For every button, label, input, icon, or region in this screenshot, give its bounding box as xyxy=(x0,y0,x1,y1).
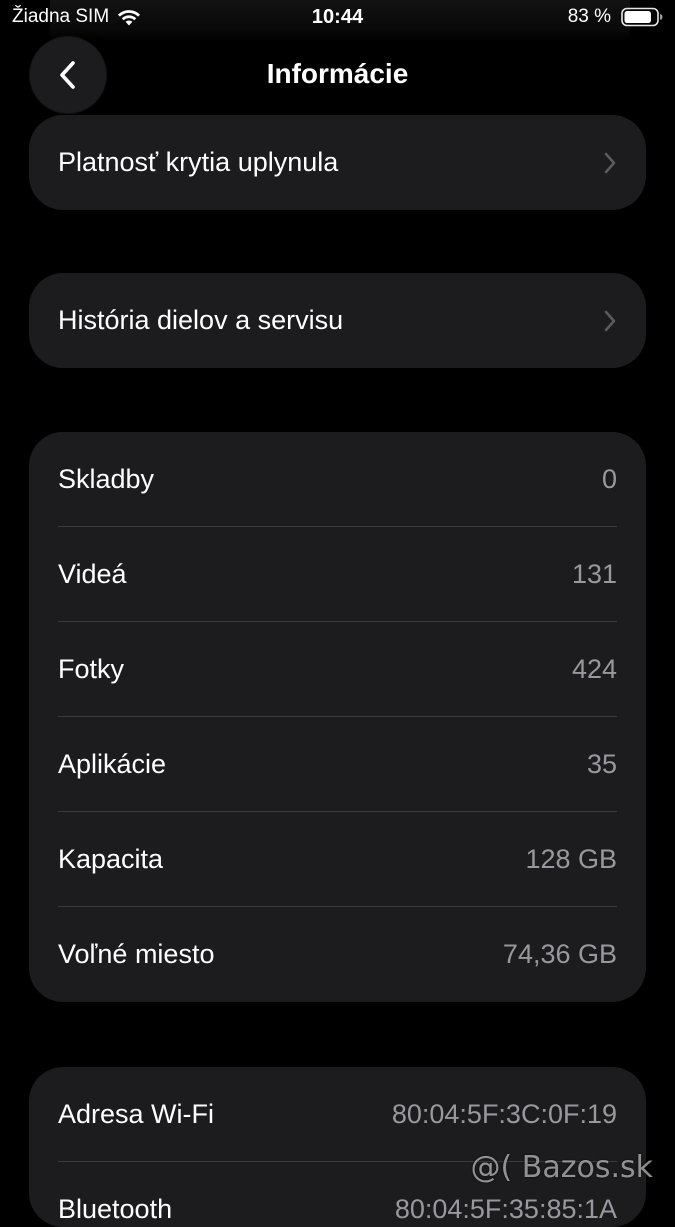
coverage-row[interactable]: Platnosť krytia uplynula xyxy=(29,115,646,210)
coverage-group: Platnosť krytia uplynula xyxy=(29,115,646,210)
chevron-right-icon xyxy=(604,310,616,331)
page-title: Informácie xyxy=(266,58,409,89)
stat-row-capacity: Kapacita 128 GB xyxy=(29,812,646,907)
wifi-address-value: 80:04:5F:3C:0F:19 xyxy=(391,1099,617,1129)
stat-label: Kapacita xyxy=(58,844,164,874)
battery-icon xyxy=(621,7,663,27)
service-history-label: História dielov a servisu xyxy=(58,305,344,335)
battery-percent: 83 % xyxy=(567,6,611,27)
media-stats-group: Skladby 0 Videá 131 Fotky 424 Aplikácie … xyxy=(29,432,646,1002)
stat-label: Voľné miesto xyxy=(58,939,215,969)
battery-status: 83 % xyxy=(568,6,663,28)
stat-value: 128 GB xyxy=(525,844,617,874)
bluetooth-label: Bluetooth xyxy=(58,1194,173,1224)
stat-label: Videá xyxy=(58,559,127,589)
stat-label: Aplikácie xyxy=(58,749,167,779)
stat-row-photos: Fotky 424 xyxy=(29,622,646,717)
stat-value: 0 xyxy=(601,464,617,494)
stat-label: Fotky xyxy=(58,654,125,684)
stat-value: 35 xyxy=(586,749,617,779)
stat-value: 74,36 GB xyxy=(502,939,617,969)
wifi-address-label: Adresa Wi-Fi xyxy=(58,1099,215,1129)
service-history-group: História dielov a servisu xyxy=(29,273,646,368)
service-history-row[interactable]: História dielov a servisu xyxy=(29,273,646,368)
stat-row-free-space: Voľné miesto 74,36 GB xyxy=(29,907,646,1002)
chevron-right-icon xyxy=(604,152,616,173)
stat-row-videos: Videá 131 xyxy=(29,527,646,622)
stat-row-songs: Skladby 0 xyxy=(29,432,646,527)
network-group: Adresa Wi-Fi 80:04:5F:3C:0F:19 Bluetooth… xyxy=(29,1067,646,1227)
bluetooth-value: 80:04:5F:35:85:1A xyxy=(394,1194,617,1224)
wifi-address-row: Adresa Wi-Fi 80:04:5F:3C:0F:19 xyxy=(29,1067,646,1162)
stat-row-apps: Aplikácie 35 xyxy=(29,717,646,812)
coverage-label: Platnosť krytia uplynula xyxy=(58,147,339,177)
stat-value: 424 xyxy=(571,654,617,684)
stat-value: 131 xyxy=(571,559,617,589)
status-bar: Žiadna SIM 10:44 83 % xyxy=(0,0,675,40)
watermark: @( Bazos.sk xyxy=(470,1150,653,1185)
stat-label: Skladby xyxy=(58,464,155,494)
